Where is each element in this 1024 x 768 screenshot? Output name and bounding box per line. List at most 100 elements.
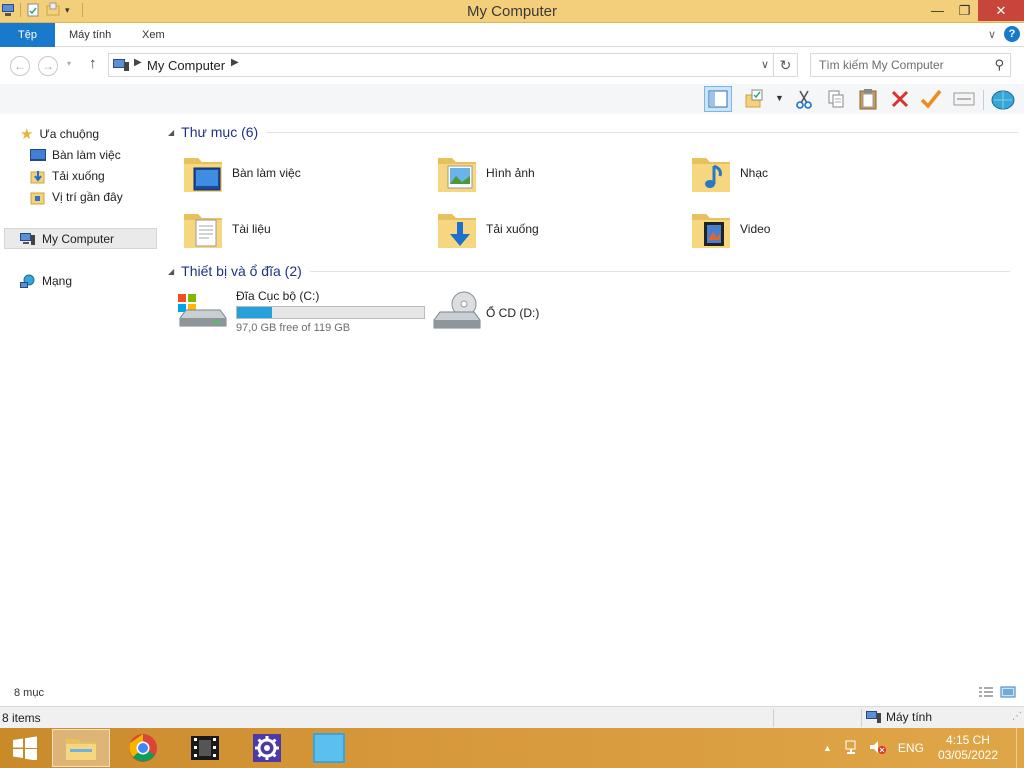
nav-item-label: My Computer <box>42 232 115 246</box>
network-icon <box>20 274 35 288</box>
downloads-folder-icon <box>434 206 480 252</box>
chevron-down-icon[interactable]: ∨ <box>761 58 769 71</box>
folder-label: Tải xuống <box>486 222 539 236</box>
folder-pictures[interactable]: Hình ảnh <box>416 147 656 199</box>
input-language[interactable]: ENG <box>898 741 924 755</box>
drive-c[interactable]: Đĩa Cục bộ (C:) 97,0 GB free of 119 GB <box>176 288 425 334</box>
drive-d[interactable]: Ổ CD (D:) <box>430 290 539 336</box>
tab-file[interactable]: Tệp <box>0 23 55 47</box>
folder-label: Bàn làm việc <box>232 166 301 180</box>
item-count: 8 mục <box>14 687 44 699</box>
taskbar-app[interactable] <box>300 729 358 767</box>
nav-item-desktop[interactable]: Bàn làm việc <box>30 145 121 165</box>
taskbar-chrome[interactable] <box>114 729 172 767</box>
folder-label: Video <box>740 222 771 236</box>
nav-item-recent[interactable]: Vị trí gần đây <box>30 187 123 207</box>
paste-button[interactable] <box>854 86 882 112</box>
network-icon <box>991 90 1015 110</box>
chevron-right-icon[interactable]: ▶ <box>231 57 239 68</box>
start-button[interactable] <box>0 728 50 768</box>
folder-desktop[interactable]: Bàn làm việc <box>162 147 402 199</box>
check-icon <box>920 89 942 109</box>
nav-favorites-label: Ưa chuộng <box>39 127 100 141</box>
item-count-footer: 8 items <box>2 711 41 725</box>
folder-options-icon <box>745 89 763 108</box>
tab-computer[interactable]: Máy tính <box>69 23 111 47</box>
taskbar: ▲ ENG 4:15 CH 03/05/2022 <box>0 728 1024 768</box>
folder-options-button[interactable] <box>741 86 769 112</box>
resize-grip-icon[interactable]: ⋰ <box>1012 711 1022 722</box>
music-folder-icon <box>688 150 734 196</box>
taskbar-video-app[interactable] <box>176 729 234 767</box>
volume-muted-icon[interactable] <box>868 739 886 758</box>
search-box[interactable]: ⚲ <box>810 53 1011 77</box>
network-status-icon[interactable] <box>844 739 860 758</box>
forward-button[interactable]: → <box>38 56 58 76</box>
nav-item-downloads[interactable]: Tải xuống <box>30 166 105 186</box>
clock-date: 03/05/2022 <box>937 748 998 762</box>
folder-music[interactable]: Nhạc <box>670 147 910 199</box>
folder-label: Tài liệu <box>232 222 271 236</box>
computer-icon <box>866 711 881 723</box>
expand-ribbon-icon[interactable]: ∨ <box>988 28 996 41</box>
help-icon[interactable]: ? <box>1004 26 1020 42</box>
drive-c-free-space: 97,0 GB free of 119 GB <box>236 321 351 334</box>
properties-icon <box>953 92 975 106</box>
drive-c-usage-fill <box>237 306 272 318</box>
large-icons-view-icon[interactable] <box>1000 686 1016 701</box>
folders-header-label: Thư mục (6) <box>181 124 259 140</box>
address-row: ← → ▾ ↑ ▶ My Computer ▶ ∨ ↻ ⚲ <box>0 47 1024 84</box>
tab-view[interactable]: Xem <box>142 23 165 47</box>
search-input[interactable] <box>811 54 981 76</box>
clock[interactable]: 4:15 CH 03/05/2022 <box>938 733 998 763</box>
chevron-down-icon[interactable]: ▼ <box>775 93 784 103</box>
check-button[interactable] <box>917 86 945 112</box>
pictures-folder-icon <box>434 150 480 196</box>
show-desktop-button[interactable] <box>1016 728 1024 768</box>
minimize-button[interactable]: — <box>924 0 951 21</box>
drive-c-name: Đĩa Cục bộ (C:) <box>236 288 320 303</box>
documents-folder-icon <box>180 206 226 252</box>
nav-favorites[interactable]: ★ Ưa chuộng <box>20 124 99 144</box>
copy-button[interactable] <box>822 86 850 112</box>
search-icon[interactable]: ⚲ <box>994 57 1004 73</box>
paste-icon <box>859 89 877 110</box>
maximize-button[interactable]: ❐ <box>951 0 978 21</box>
nav-item-network[interactable]: Mạng <box>20 271 72 291</box>
computer-icon <box>112 58 130 75</box>
copy-icon <box>828 90 844 108</box>
star-icon: ★ <box>20 126 34 143</box>
drive-c-usage-bar <box>236 305 425 319</box>
collapse-icon[interactable]: ◢ <box>168 267 174 276</box>
refresh-button[interactable]: ↻ <box>773 54 797 76</box>
folder-downloads[interactable]: Tải xuống <box>416 203 656 255</box>
delete-icon <box>891 90 909 108</box>
network-button[interactable] <box>989 86 1017 112</box>
taskbar-settings[interactable] <box>238 729 296 767</box>
properties-button[interactable] <box>950 86 978 112</box>
delete-button[interactable] <box>886 86 914 112</box>
status-bar: 8 mục <box>0 682 1024 706</box>
gear-icon <box>253 734 281 762</box>
address-bar[interactable]: ▶ My Computer ▶ ∨ ↻ <box>108 53 798 77</box>
back-button[interactable]: ← <box>10 56 30 76</box>
nav-item-my-computer[interactable]: My Computer <box>20 229 114 249</box>
up-button[interactable]: ↑ <box>89 55 97 72</box>
details-status-bar: 8 items Máy tính ⋰ <box>0 706 1024 728</box>
show-hidden-icons[interactable]: ▲ <box>823 743 832 753</box>
details-view-icon[interactable] <box>978 686 994 701</box>
layout-button[interactable] <box>704 86 732 112</box>
window-title: My Computer <box>466 3 558 20</box>
folders-group-header[interactable]: ◢ Thư mục (6) <box>168 124 1019 140</box>
cut-button[interactable] <box>790 86 818 112</box>
navigation-pane: ★ Ưa chuộng Bàn làm việc Tải xuống Vị tr… <box>0 114 160 682</box>
address-location[interactable]: My Computer <box>147 58 225 73</box>
chevron-right-icon[interactable]: ▶ <box>134 57 142 68</box>
recent-locations-icon[interactable]: ▾ <box>67 59 71 68</box>
taskbar-file-explorer[interactable] <box>52 729 110 767</box>
collapse-icon[interactable]: ◢ <box>168 128 174 137</box>
devices-group-header[interactable]: ◢ Thiết bị và ổ đĩa (2) <box>168 263 1010 279</box>
folder-documents[interactable]: Tài liệu <box>162 203 402 255</box>
close-button[interactable]: ✕ <box>978 0 1024 21</box>
folder-videos[interactable]: Video <box>670 203 910 255</box>
